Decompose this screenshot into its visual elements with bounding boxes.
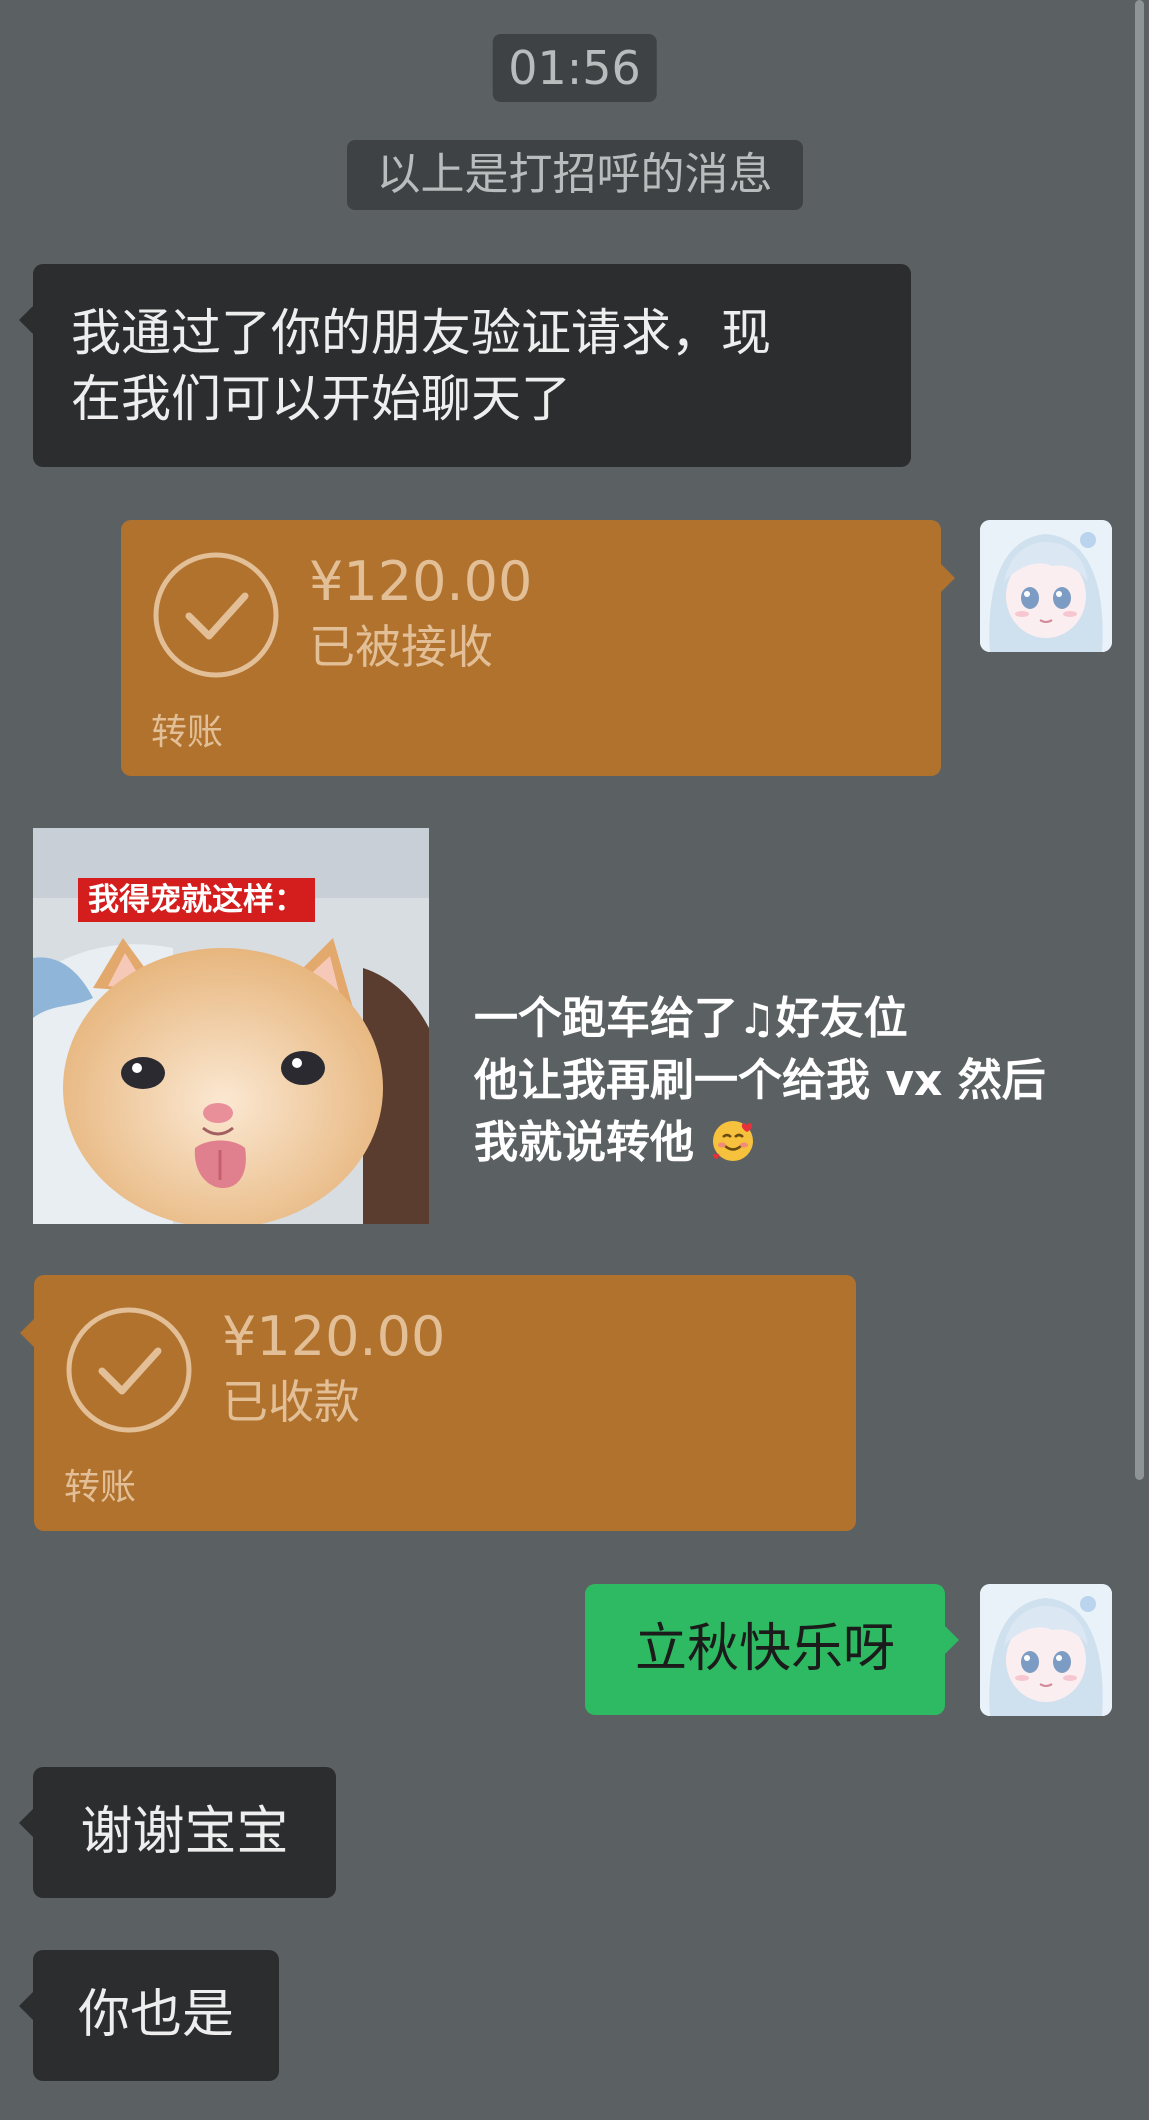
transfer-label: 转账 — [151, 712, 224, 753]
transfer-status: 已收款 — [222, 1375, 360, 1429]
message-text-line: 我通过了你的朋友验证请求，现 — [71, 304, 771, 362]
check-circle-icon — [66, 1307, 192, 1433]
message-bubble-incoming[interactable]: 谢谢宝宝 — [19, 1767, 336, 1898]
image-caption: 我得宠就这样： — [78, 878, 315, 922]
overlay-text-part: 一个跑车给了 — [474, 993, 738, 1044]
message-text-line: 在我们可以开始聊天了 — [71, 370, 571, 428]
overlay-text-line: 我就说转他 — [474, 1112, 1114, 1174]
message-bubble-incoming[interactable]: 你也是 — [19, 1950, 279, 2081]
overlay-text: 一个跑车给了♫好友位 他让我再刷一个给我 vx 然后 我就说转他 — [474, 988, 1114, 1174]
transfer-amount: ¥120.00 — [222, 1305, 446, 1368]
check-circle-icon — [153, 552, 279, 678]
overlay-text-part: 我就说转他 — [474, 1117, 694, 1168]
avatar[interactable] — [980, 1584, 1112, 1716]
message-text: 你也是 — [77, 1985, 234, 2045]
transfer-status: 已被接收 — [309, 620, 493, 674]
transfer-card-sent[interactable]: ¥120.00 已被接收 转账 — [121, 520, 955, 776]
message-text: 谢谢宝宝 — [80, 1802, 289, 1862]
transfer-amount: ¥120.00 — [309, 550, 533, 613]
message-text: 立秋快乐呀 — [634, 1619, 895, 1679]
transfer-card-received[interactable]: ¥120.00 已收款 转账 — [20, 1275, 856, 1531]
music-note-icon: ♫ — [738, 994, 776, 1043]
overlay-text-part: 好友位 — [775, 993, 908, 1044]
timestamp: 01:56 — [492, 34, 657, 102]
smiling-face-with-hearts-icon — [713, 1121, 754, 1161]
avatar[interactable] — [980, 520, 1112, 652]
anime-avatar-icon — [980, 1584, 1112, 1716]
message-bubble-incoming[interactable]: 我通过了你的朋友验证请求，现 在我们可以开始聊天了 — [19, 264, 911, 467]
transfer-label: 转账 — [64, 1467, 137, 1508]
anime-avatar-icon — [980, 520, 1112, 652]
message-bubble-outgoing[interactable]: 立秋快乐呀 — [585, 1584, 959, 1715]
overlay-text-line: 一个跑车给了♫好友位 — [474, 988, 1114, 1050]
system-hint: 以上是打招呼的消息 — [346, 140, 803, 210]
scrollbar[interactable] — [1135, 0, 1144, 1480]
overlay-text-line: 他让我再刷一个给我 vx 然后 — [474, 1055, 1046, 1106]
